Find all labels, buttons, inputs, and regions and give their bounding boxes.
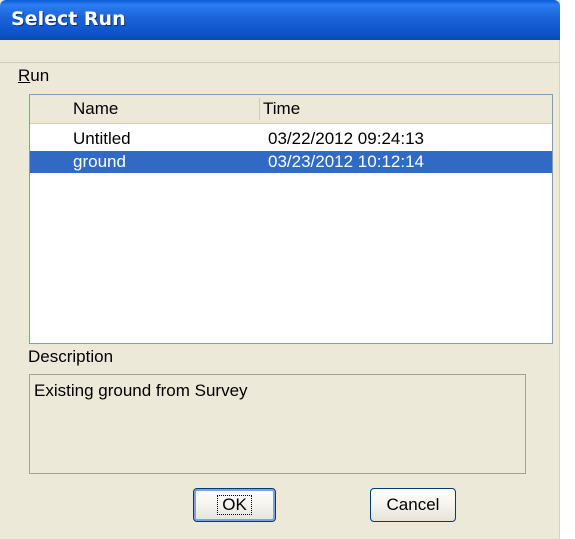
description-label: Description bbox=[28, 347, 114, 366]
row-name: Untitled bbox=[73, 129, 131, 148]
row-time: 03/22/2012 09:24:13 bbox=[268, 129, 424, 148]
column-header-time[interactable]: Time bbox=[263, 99, 300, 119]
list-header: Name Time bbox=[30, 95, 552, 124]
menu-run-accel: R bbox=[18, 66, 31, 85]
description-field[interactable]: Existing ground from Survey bbox=[29, 374, 526, 474]
column-header-name[interactable]: Name bbox=[73, 99, 118, 119]
runs-list[interactable]: Name Time Untitled 03/22/2012 09:24:13 g… bbox=[29, 94, 553, 344]
row-name: ground bbox=[73, 152, 126, 171]
menu-run-rest: un bbox=[30, 66, 50, 85]
ok-button[interactable]: OK bbox=[193, 488, 276, 522]
list-row-ground-selected[interactable]: ground 03/23/2012 10:12:14 bbox=[30, 151, 552, 173]
select-run-dialog: Select Run Run Name Time Untitled 03/22/… bbox=[0, 0, 560, 539]
menu-bar: Run bbox=[0, 62, 560, 91]
ok-button-label: OK bbox=[217, 495, 252, 515]
list-row-untitled[interactable]: Untitled 03/22/2012 09:24:13 bbox=[30, 128, 552, 150]
title-bar[interactable]: Select Run bbox=[0, 0, 560, 40]
window-title: Select Run bbox=[11, 8, 126, 30]
menu-run[interactable]: Run bbox=[18, 66, 49, 86]
cancel-button[interactable]: Cancel bbox=[370, 488, 456, 522]
column-divider[interactable] bbox=[259, 98, 260, 120]
row-time: 03/23/2012 10:12:14 bbox=[268, 152, 424, 171]
cancel-button-label: Cancel bbox=[386, 495, 440, 514]
description-text: Existing ground from Survey bbox=[34, 381, 248, 400]
